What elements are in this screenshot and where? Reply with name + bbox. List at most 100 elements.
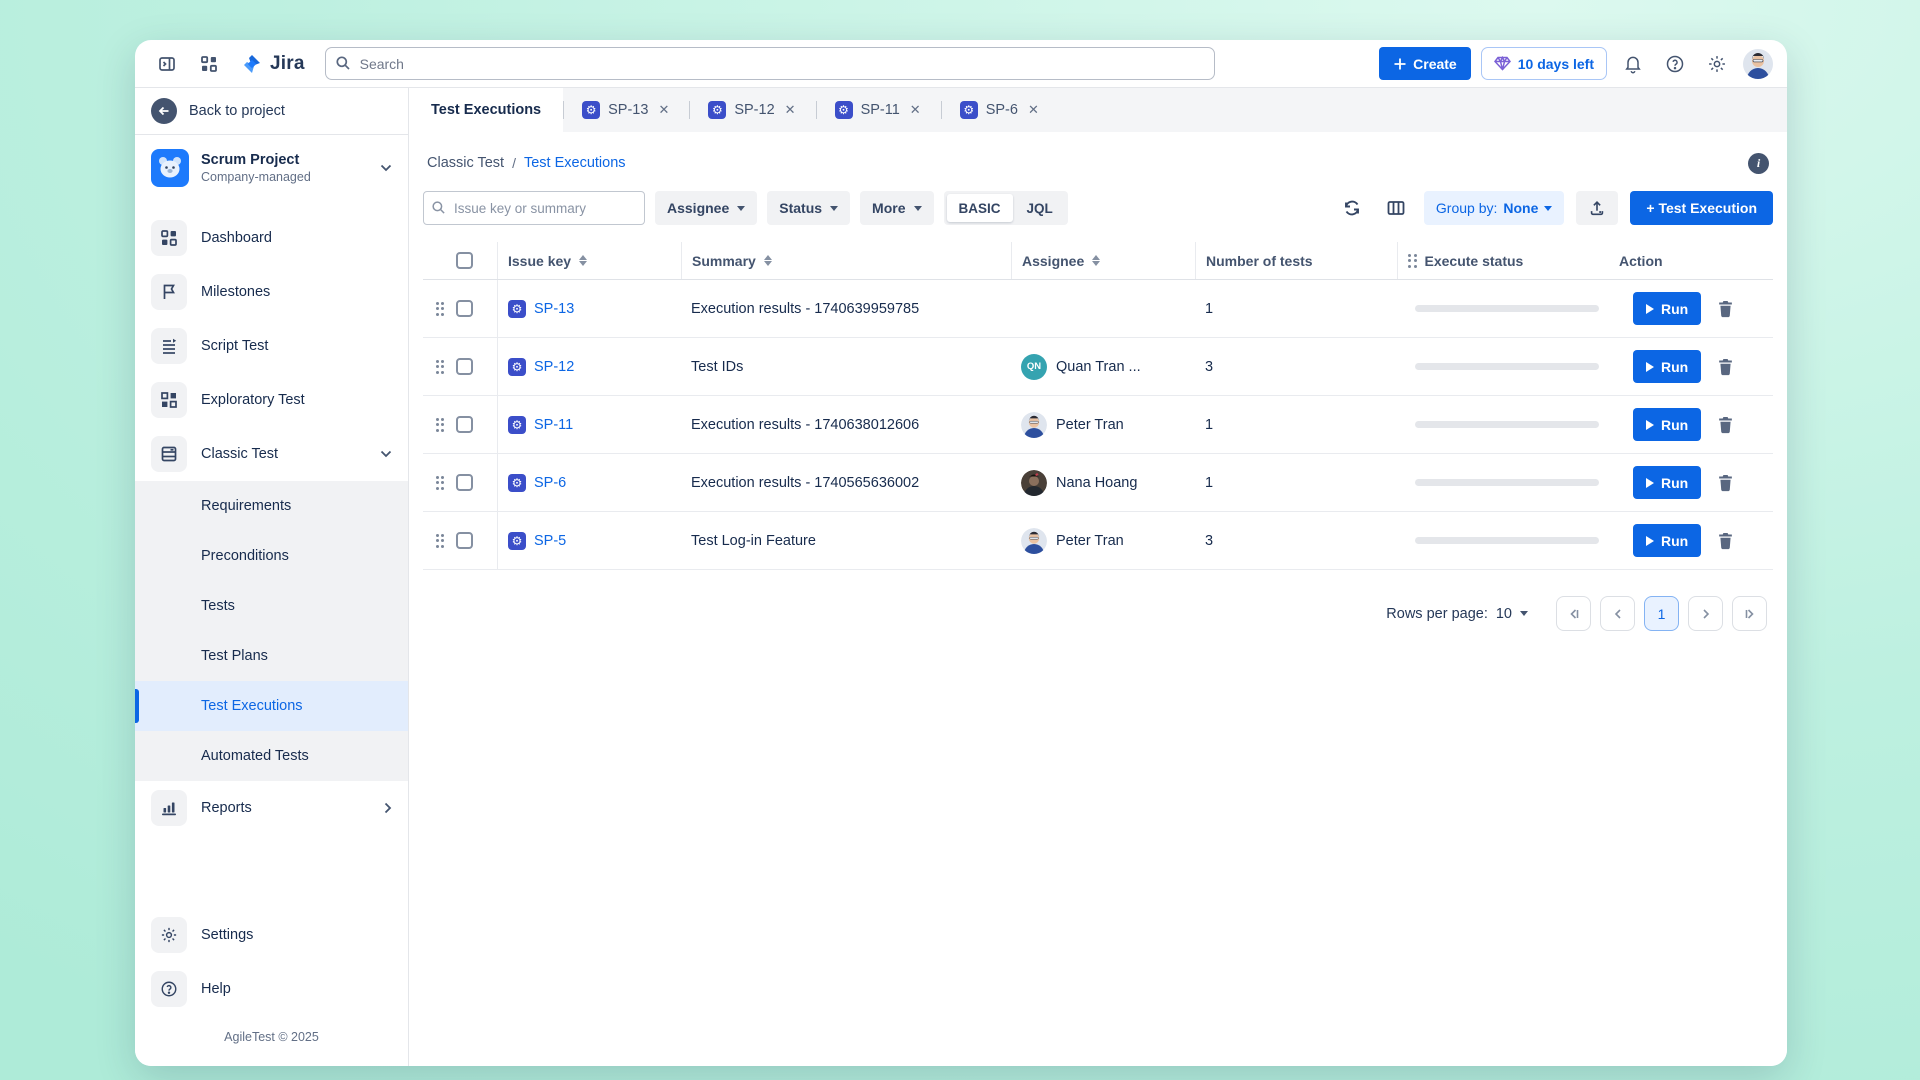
header-summary[interactable]: Summary bbox=[681, 242, 1011, 279]
breadcrumb-parent[interactable]: Classic Test bbox=[427, 155, 504, 171]
rows-per-page-dropdown[interactable]: Rows per page: 10 bbox=[1386, 606, 1528, 622]
project-type: Company-managed bbox=[201, 170, 368, 184]
assignee-filter-dropdown[interactable]: Assignee bbox=[655, 191, 757, 225]
row-checkbox[interactable] bbox=[456, 474, 473, 491]
issue-key-link[interactable]: SP-6 bbox=[534, 475, 566, 491]
sort-icon[interactable] bbox=[1092, 255, 1100, 266]
sidebar-bottom: Settings Help AgileTest © 2025 bbox=[135, 908, 408, 1066]
issue-key-link[interactable]: SP-11 bbox=[534, 417, 573, 433]
row-checkbox[interactable] bbox=[456, 358, 473, 375]
notifications-bell-icon[interactable] bbox=[1617, 48, 1649, 80]
run-button[interactable]: Run bbox=[1633, 524, 1701, 557]
sidebar-item-requirements[interactable]: Requirements bbox=[135, 481, 408, 531]
status-filter-dropdown[interactable]: Status bbox=[767, 191, 850, 225]
run-button[interactable]: Run bbox=[1633, 466, 1701, 499]
row-drag-handle[interactable] bbox=[436, 360, 445, 374]
sidebar-item-test-plans[interactable]: Test Plans bbox=[135, 631, 408, 681]
close-icon[interactable]: ✕ bbox=[908, 100, 923, 120]
refresh-icon[interactable] bbox=[1336, 192, 1368, 224]
tab-strip: Test Executions ⚙ SP-13 ✕ ⚙ SP-12 ✕ ⚙ SP… bbox=[409, 88, 1787, 132]
issue-key-link[interactable]: SP-13 bbox=[534, 301, 574, 317]
mode-basic[interactable]: BASIC bbox=[947, 194, 1013, 222]
breadcrumb-current[interactable]: Test Executions bbox=[524, 155, 626, 171]
tab-test-executions[interactable]: Test Executions bbox=[409, 88, 563, 132]
header-assignee[interactable]: Assignee bbox=[1011, 242, 1195, 279]
delete-icon[interactable] bbox=[1715, 356, 1736, 378]
global-search-input[interactable] bbox=[325, 47, 1215, 80]
row-drag-handle[interactable] bbox=[436, 534, 445, 548]
next-page-button[interactable] bbox=[1688, 596, 1723, 631]
tab-sp-11[interactable]: ⚙ SP-11 ✕ bbox=[817, 88, 941, 132]
group-by-dropdown[interactable]: Group by: None bbox=[1424, 191, 1564, 225]
tab-sp-6[interactable]: ⚙ SP-6 ✕ bbox=[942, 88, 1059, 132]
jira-logo[interactable]: Jira bbox=[241, 53, 305, 75]
trial-days-button[interactable]: 10 days left bbox=[1481, 47, 1607, 80]
back-to-project[interactable]: Back to project bbox=[135, 88, 408, 134]
info-icon[interactable]: i bbox=[1748, 153, 1769, 174]
sidebar-toggle-icon[interactable] bbox=[151, 48, 183, 80]
tab-sp-12[interactable]: ⚙ SP-12 ✕ bbox=[690, 88, 815, 132]
export-icon[interactable] bbox=[1576, 191, 1618, 225]
issue-key-link[interactable]: SP-12 bbox=[534, 359, 574, 375]
sidebar-item-exploratory-test[interactable]: Exploratory Test bbox=[135, 373, 408, 427]
sidebar-item-help[interactable]: Help bbox=[135, 962, 408, 1016]
sidebar-item-automated-tests[interactable]: Automated Tests bbox=[135, 731, 408, 781]
first-page-button[interactable] bbox=[1556, 596, 1591, 631]
run-button[interactable]: Run bbox=[1633, 292, 1701, 325]
select-all-checkbox[interactable] bbox=[456, 252, 473, 269]
row-drag-handle[interactable] bbox=[436, 418, 445, 432]
project-switcher[interactable]: Scrum Project Company-managed bbox=[135, 135, 408, 201]
sidebar-item-script-test[interactable]: Script Test bbox=[135, 319, 408, 373]
summary-cell: Execution results - 1740638012606 bbox=[681, 396, 1011, 453]
sidebar-item-tests[interactable]: Tests bbox=[135, 581, 408, 631]
app-switcher-icon[interactable] bbox=[193, 48, 225, 80]
last-page-button[interactable] bbox=[1732, 596, 1767, 631]
number-of-tests-cell: 1 bbox=[1195, 396, 1397, 453]
sidebar-item-test-executions[interactable]: Test Executions bbox=[135, 681, 408, 731]
sidebar-item-milestones[interactable]: Milestones bbox=[135, 265, 408, 319]
sidebar-item-reports[interactable]: Reports bbox=[135, 781, 408, 835]
number-of-tests-cell: 1 bbox=[1195, 280, 1397, 337]
settings-gear-icon[interactable] bbox=[1701, 48, 1733, 80]
delete-icon[interactable] bbox=[1715, 298, 1736, 320]
columns-icon[interactable] bbox=[1380, 192, 1412, 224]
sort-icon[interactable] bbox=[579, 255, 587, 266]
sort-icon[interactable] bbox=[764, 255, 772, 266]
table-actions: Group by: None + Test Execution bbox=[1336, 191, 1773, 225]
run-button[interactable]: Run bbox=[1633, 350, 1701, 383]
close-icon[interactable]: ✕ bbox=[1026, 100, 1041, 120]
status-filter-label: Status bbox=[779, 200, 822, 216]
header-issue-key[interactable]: Issue key bbox=[497, 242, 681, 279]
delete-icon[interactable] bbox=[1715, 530, 1736, 552]
issue-key-link[interactable]: SP-5 bbox=[534, 533, 566, 549]
tab-label: SP-12 bbox=[734, 102, 774, 118]
sidebar-item-classic-test[interactable]: Classic Test bbox=[135, 427, 408, 481]
run-button[interactable]: Run bbox=[1633, 408, 1701, 441]
row-checkbox[interactable] bbox=[456, 532, 473, 549]
row-drag-handle[interactable] bbox=[436, 302, 445, 316]
row-checkbox[interactable] bbox=[456, 416, 473, 433]
close-icon[interactable]: ✕ bbox=[656, 100, 671, 120]
delete-icon[interactable] bbox=[1715, 414, 1736, 436]
header-execute-status: Execute status bbox=[1397, 242, 1609, 279]
sidebar-item-settings[interactable]: Settings bbox=[135, 908, 408, 962]
close-icon[interactable]: ✕ bbox=[783, 100, 798, 120]
sidebar-item-dashboard[interactable]: Dashboard bbox=[135, 211, 408, 265]
create-button[interactable]: Create bbox=[1379, 47, 1471, 80]
more-filter-dropdown[interactable]: More bbox=[860, 191, 933, 225]
tab-sp-13[interactable]: ⚙ SP-13 ✕ bbox=[564, 88, 689, 132]
page-1-button[interactable]: 1 bbox=[1644, 596, 1679, 631]
user-avatar[interactable] bbox=[1743, 49, 1773, 79]
issue-filter-input[interactable] bbox=[423, 191, 645, 225]
delete-icon[interactable] bbox=[1715, 472, 1736, 494]
assignee-cell: Peter Tran bbox=[1011, 512, 1195, 569]
column-drag-icon[interactable] bbox=[1408, 254, 1417, 268]
prev-page-button[interactable] bbox=[1600, 596, 1635, 631]
add-test-execution-button[interactable]: + Test Execution bbox=[1630, 191, 1773, 225]
sidebar-item-preconditions[interactable]: Preconditions bbox=[135, 531, 408, 581]
mode-jql[interactable]: JQL bbox=[1015, 194, 1065, 222]
row-checkbox[interactable] bbox=[456, 300, 473, 317]
sidebar-item-label: Reports bbox=[201, 800, 370, 816]
row-drag-handle[interactable] bbox=[436, 476, 445, 490]
help-icon[interactable] bbox=[1659, 48, 1691, 80]
